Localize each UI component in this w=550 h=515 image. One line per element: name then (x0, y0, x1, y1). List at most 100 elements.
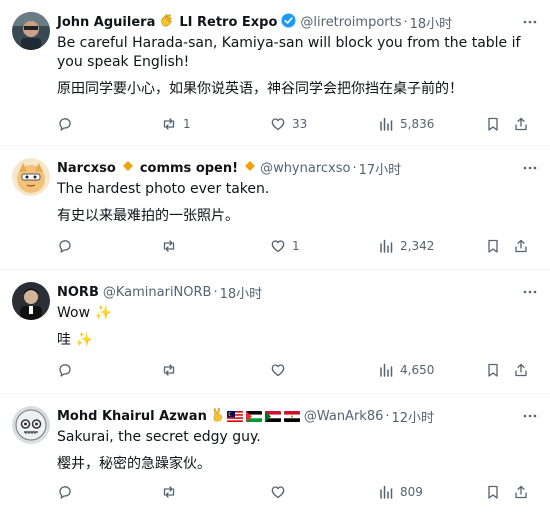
heart-icon (270, 362, 286, 378)
egypt-flag-icon (283, 410, 300, 422)
separator-dot: · (352, 160, 357, 176)
views-button[interactable]: 2,342 (378, 238, 434, 254)
display-name[interactable]: Mohd Khairul Azwan (57, 409, 207, 424)
reply-icon (57, 116, 73, 132)
tweet[interactable]: NORB @KaminariNORB · 18小时 Wow ✨ 哇 ✨ 4,65… (0, 270, 550, 394)
tweet[interactable]: Narcxso comms open! @whynarcxso · 17小时 T… (0, 146, 550, 270)
tweet-header: NORB @KaminariNORB · 18小时 (57, 282, 538, 302)
like-button[interactable]: 33 (270, 116, 307, 132)
timestamp[interactable]: 18小时 (220, 283, 263, 302)
retweet-count: 1 (183, 117, 191, 131)
retweet-icon (161, 238, 177, 254)
like-button[interactable] (270, 484, 292, 500)
share-icon (513, 362, 529, 378)
views-button[interactable]: 5,836 (378, 116, 434, 132)
handle[interactable]: @WanArk86 (304, 409, 384, 424)
tweet-actions: 1 33 5,836 (57, 114, 536, 134)
tweet-text: Sakurai, the secret edgy guy. 樱井，秘密的急躁家伙… (57, 428, 538, 474)
reply-icon (57, 484, 73, 500)
tweet-header: Mohd Khairul Azwan @WanArk86 · 12小时 (57, 406, 538, 426)
avatar[interactable] (12, 12, 50, 50)
more-options-icon[interactable] (520, 282, 540, 302)
timestamp[interactable]: 17小时 (359, 159, 402, 178)
share-button[interactable] (513, 116, 529, 132)
handle[interactable]: @liretroimports (300, 15, 401, 30)
tweet-text-translated: 原田同学要小心，如果你说英语，神谷同学会把你挡在桌子前的！ (57, 81, 463, 97)
analytics-icon (378, 238, 394, 254)
tweet-text-original: The hardest photo ever taken. (57, 181, 270, 197)
retweet-button[interactable]: 1 (161, 116, 191, 132)
tweet-text-translated: 哇 ✨ (57, 332, 93, 348)
bookmark-button[interactable] (485, 484, 501, 500)
retweet-icon (161, 116, 177, 132)
tweet-text-original: Be careful Harada-san, Kamiya-san will b… (57, 35, 521, 70)
avatar[interactable] (12, 282, 50, 320)
tweet-text-translated: 有史以来最难拍的一张照片。 (57, 208, 239, 224)
tweet-header: Narcxso comms open! @whynarcxso · 17小时 (57, 158, 538, 178)
share-icon (513, 238, 529, 254)
bookmark-icon (485, 238, 501, 254)
tweet-text-original: Wow ✨ (57, 305, 112, 321)
display-name-suffix: comms open! (139, 160, 239, 176)
view-count: 4,650 (400, 363, 435, 377)
waving-hand-icon (159, 12, 175, 32)
views-button[interactable]: 4,650 (378, 362, 434, 378)
tweet-actions: 1 2,342 (57, 236, 536, 256)
reply-button[interactable] (57, 116, 73, 132)
tweet-text: Wow ✨ 哇 ✨ (57, 304, 538, 350)
bookmark-button[interactable] (485, 362, 501, 378)
avatar[interactable] (12, 158, 50, 196)
analytics-icon (378, 362, 394, 378)
more-options-icon[interactable] (520, 158, 540, 178)
tweet-actions: 809 (57, 482, 536, 502)
tweet[interactable]: Mohd Khairul Azwan @WanArk86 · 12小时 Saku… (0, 394, 550, 515)
bookmark-icon (485, 484, 501, 500)
malaysia-flag-icon (226, 410, 243, 422)
display-name[interactable]: NORB (57, 285, 99, 300)
reply-button[interactable] (57, 238, 73, 254)
tweet-text: Be careful Harada-san, Kamiya-san will b… (57, 34, 538, 99)
analytics-icon (378, 116, 394, 132)
handle[interactable]: @KaminariNORB (103, 285, 212, 300)
like-count: 1 (292, 239, 300, 253)
view-count: 809 (400, 485, 423, 499)
heart-icon (270, 484, 286, 500)
like-button[interactable]: 1 (270, 238, 300, 254)
like-count: 33 (292, 117, 308, 131)
orange-diamond-icon (122, 160, 134, 176)
tweet-text-translated: 樱井，秘密的急躁家伙。 (57, 456, 211, 472)
share-button[interactable] (513, 362, 529, 378)
reply-button[interactable] (57, 484, 73, 500)
reply-button[interactable] (57, 362, 73, 378)
views-button[interactable]: 809 (378, 484, 423, 500)
palestine-flag-icon (245, 410, 262, 422)
verified-icon (281, 12, 296, 32)
display-name[interactable]: Narcxso (57, 161, 116, 176)
like-button[interactable] (270, 362, 292, 378)
bookmark-icon (485, 362, 501, 378)
share-button[interactable] (513, 238, 529, 254)
handle[interactable]: @whynarcxso (260, 161, 350, 176)
retweet-button[interactable] (161, 362, 183, 378)
more-options-icon[interactable] (520, 12, 540, 32)
retweet-button[interactable] (161, 238, 183, 254)
timestamp[interactable]: 18小时 (410, 13, 453, 32)
timestamp[interactable]: 12小时 (392, 407, 435, 426)
display-name-suffix: LI Retro Expo (179, 14, 278, 30)
retweet-button[interactable] (161, 484, 183, 500)
more-options-icon[interactable] (520, 406, 540, 426)
bookmark-icon (485, 116, 501, 132)
share-button[interactable] (513, 484, 529, 500)
heart-icon (270, 116, 286, 132)
retweet-icon (161, 484, 177, 500)
separator-dot: · (403, 14, 408, 30)
share-icon (513, 484, 529, 500)
share-icon (513, 116, 529, 132)
avatar[interactable] (12, 406, 50, 444)
bookmark-button[interactable] (485, 116, 501, 132)
bookmark-button[interactable] (485, 238, 501, 254)
retweet-icon (161, 362, 177, 378)
display-name[interactable]: John Aguilera (57, 15, 155, 30)
tweet[interactable]: John Aguilera LI Retro Expo @liretroimpo… (0, 0, 550, 146)
timeline: John Aguilera LI Retro Expo @liretroimpo… (0, 0, 550, 515)
